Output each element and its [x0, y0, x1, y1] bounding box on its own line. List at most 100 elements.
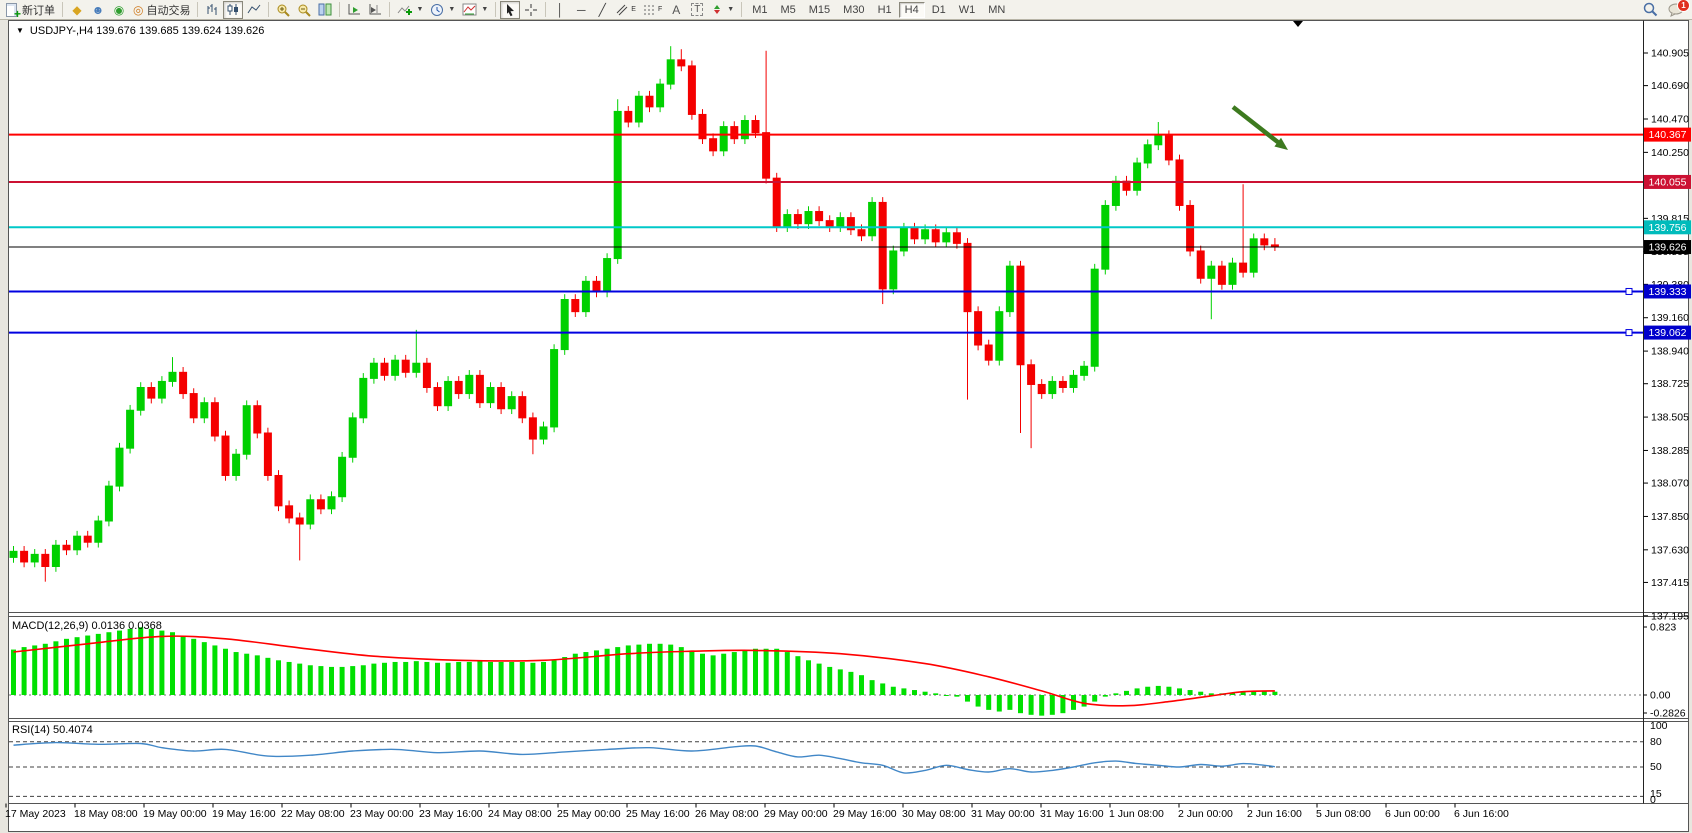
navigator-button[interactable]: ◉ [109, 1, 129, 19]
timeframe-D1[interactable]: D1 [926, 2, 952, 18]
periods-button[interactable]: ▼ [427, 1, 458, 19]
candle-body [402, 360, 409, 372]
text-label-button[interactable]: T [687, 1, 707, 19]
candle-body [1240, 263, 1247, 272]
toolbar-separator [339, 2, 340, 17]
symbols-button[interactable]: ◆ [67, 1, 87, 19]
price-tick-label: 140.905 [1651, 48, 1689, 60]
time-axis-label: 6 Jun 16:00 [1454, 808, 1509, 820]
timeframe-H4[interactable]: H4 [899, 2, 925, 18]
price-tick-label: 138.070 [1651, 478, 1689, 490]
timeframe-W1[interactable]: W1 [953, 2, 982, 18]
candle-body [1165, 136, 1172, 160]
time-axis-label: 1 Jun 08:00 [1109, 808, 1164, 820]
price-tick-label: 137.850 [1651, 511, 1689, 523]
cursor-icon [504, 3, 516, 17]
horizontal-line-button[interactable]: ─ [571, 1, 591, 19]
timeframe-H1[interactable]: H1 [872, 2, 898, 18]
channel-button[interactable]: E [613, 1, 639, 19]
chart-dropdown-icon[interactable]: ▼ [16, 26, 24, 35]
new-order-button[interactable]: + 新订单 [3, 1, 58, 19]
auto-trading-button[interactable]: ◎ 自动交易 [130, 1, 193, 19]
candle-body [826, 221, 833, 227]
auto-scroll-icon [347, 3, 361, 16]
candle-body [286, 506, 293, 518]
candle-body [773, 178, 780, 227]
chart-canvas[interactable]: 140.905140.690140.470140.250140.035139.8… [0, 0, 1692, 833]
bar-chart-button[interactable] [202, 1, 222, 19]
vertical-line-button[interactable]: │ [550, 1, 570, 19]
timeframe-M5[interactable]: M5 [774, 2, 801, 18]
text-button[interactable]: A [666, 1, 686, 19]
candle-body [805, 212, 812, 224]
candle-body [148, 387, 155, 398]
candle-body [890, 251, 897, 289]
templates-button[interactable]: ▼ [459, 1, 491, 19]
candle-body [667, 60, 674, 84]
candle-body [370, 363, 377, 378]
time-axis-label: 30 May 08:00 [902, 808, 966, 820]
trendline-button[interactable]: ╱ [592, 1, 612, 19]
candle-body [1134, 163, 1141, 190]
candle-body [964, 243, 971, 311]
clock-icon [430, 3, 444, 17]
timeframe-M15[interactable]: M15 [803, 2, 836, 18]
candle-body [572, 300, 579, 312]
candle-body [498, 387, 505, 408]
candle-body [1208, 266, 1215, 278]
candlestick-icon [226, 3, 240, 16]
candle-body [105, 486, 112, 521]
candle-body [21, 551, 28, 562]
candle-body [1250, 239, 1257, 272]
zoom-out-button[interactable] [294, 1, 314, 19]
candle-body [328, 497, 335, 509]
line-chart-icon [247, 3, 261, 16]
trendline-icon: ╱ [599, 4, 606, 16]
candle-body [74, 536, 81, 550]
line-chart-button[interactable] [244, 1, 264, 19]
chart-shift-button[interactable] [365, 1, 385, 19]
timeframe-M1[interactable]: M1 [746, 2, 773, 18]
timeframe-M30[interactable]: M30 [837, 2, 870, 18]
candlestick-chart-button[interactable] [223, 1, 243, 19]
auto-scroll-button[interactable] [344, 1, 364, 19]
indicators-button[interactable]: ▼ [394, 1, 426, 19]
candle-body [423, 363, 430, 387]
chart-title-text: USDJPY-,H4 139.676 139.685 139.624 139.6… [30, 25, 264, 37]
terminal-button[interactable]: ☻ [88, 1, 108, 19]
candle-body [593, 281, 600, 292]
candle-body [127, 410, 134, 448]
hline-handle[interactable] [1626, 288, 1632, 294]
time-axis-label: 29 May 00:00 [764, 808, 828, 820]
candle-body [900, 228, 907, 251]
notifications-button[interactable]: 1 [1665, 1, 1687, 19]
arrows-button[interactable]: ▼ [708, 1, 737, 19]
time-axis-label: 2 Jun 16:00 [1247, 808, 1302, 820]
timeframe-MN[interactable]: MN [982, 2, 1011, 18]
horizontal-line-icon: ─ [577, 4, 586, 16]
toolbar-separator [197, 2, 198, 17]
candle-body [1197, 251, 1204, 278]
crosshair-button[interactable] [521, 1, 541, 19]
tile-windows-button[interactable] [315, 1, 335, 19]
chart-shift-icon [368, 3, 382, 16]
time-axis-label: 5 Jun 08:00 [1316, 808, 1371, 820]
candle-body [540, 427, 547, 439]
candle-body [1028, 365, 1035, 385]
candle-body [635, 96, 642, 122]
candle-body [794, 215, 801, 224]
candle-body [625, 111, 632, 122]
candle-body [1155, 136, 1162, 145]
fibonacci-button[interactable]: F [640, 1, 665, 19]
candle-body [561, 300, 568, 350]
candle-body [275, 475, 282, 505]
time-axis-label: 26 May 08:00 [695, 808, 759, 820]
candle-body [720, 127, 727, 151]
cursor-button[interactable] [500, 1, 520, 19]
zoom-in-button[interactable] [273, 1, 293, 19]
hline-handle[interactable] [1626, 330, 1632, 336]
price-tick-label: 140.470 [1651, 113, 1689, 125]
candle-body [339, 457, 346, 496]
candle-body [1091, 269, 1098, 366]
search-button[interactable] [1640, 1, 1661, 19]
